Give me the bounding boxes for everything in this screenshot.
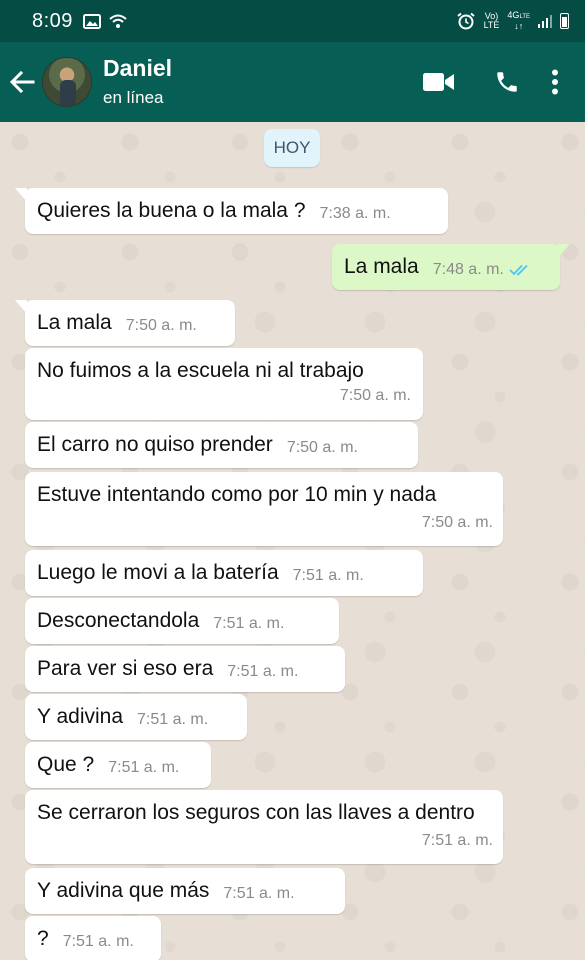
message-text: La mala [344,255,419,278]
message-bubble[interactable]: ? 7:51 a. m. [25,916,161,960]
message-bubble[interactable]: Desconectandola 7:51 a. m. [25,598,339,644]
message-text: Quieres la buena o la mala ? [37,199,306,222]
message-text: ? [37,927,49,950]
message-time: 7:38 a. m. [319,205,391,222]
message-bubble[interactable]: Estuve intentando como por 10 min y nada… [25,472,503,546]
contact-name: Daniel [103,55,173,81]
volte-bottom: LTE [483,20,500,30]
message-time: 7:51 a. m. [213,615,285,632]
video-call-icon [423,73,454,91]
message-text: Estuve intentando como por 10 min y nada [37,483,437,506]
message-time: 7:50 a. m. [286,439,358,456]
back-button[interactable] [2,42,42,122]
message-time: 7:51 a. m. [62,933,134,950]
avatar[interactable] [42,57,92,107]
message-time: 7:51 a. m. [223,885,295,902]
chat-header: Daniel en línea [0,42,585,122]
message-text: No fuimos a la escuela ni al trabajo [37,359,364,382]
message-text: La mala [37,311,112,334]
message-time: 7:50 a. m. [125,317,197,334]
arrow-left-icon [9,70,35,94]
network-gen-indicator: 4GLTE ↓↑ [507,11,530,31]
gallery-icon [82,13,101,29]
message-time: 7:48 a. m. [433,255,531,285]
wifi-icon [109,14,127,28]
message-time: 7:50 a. m. [339,387,411,404]
message-bubble-outgoing[interactable]: La mala 7:48 a. m. [332,244,570,290]
phone-icon [497,72,517,92]
message-text: Y adivina [37,705,124,728]
date-chip: HOY [264,129,320,167]
message-time: 7:51 a. m. [421,832,493,849]
read-ticks-icon [509,264,528,276]
message-bubble[interactable]: Luego le movi a la batería 7:51 a. m. [25,550,423,596]
message-bubble[interactable]: El carro no quiso prender 7:50 a. m. [25,422,418,468]
message-text: Y adivina que más [37,879,210,902]
header-actions [405,52,569,112]
message-time: 7:51 a. m. [292,567,364,584]
message-bubble[interactable]: Para ver si eso era 7:51 a. m. [25,646,345,692]
message-time: 7:51 a. m. [108,759,180,776]
message-time: 7:50 a. m. [421,514,493,531]
status-bar: 8:09 Vo) LTE 4GLTE ↓↑ [0,0,585,42]
status-time: 8:09 [32,9,73,32]
message-time: 7:51 a. m. [227,663,299,680]
message-text: Para ver si eso era [37,657,214,680]
voice-call-button[interactable] [473,52,541,112]
status-right-icons: Vo) LTE 4GLTE ↓↑ [456,11,569,31]
volte-indicator: Vo) LTE [484,12,500,30]
message-bubble[interactable]: La mala 7:50 a. m. [15,300,235,346]
message-text: Desconectandola [37,609,200,632]
status-left-icons [82,13,127,29]
signal-icon [538,14,552,28]
contact-info[interactable]: Daniel en línea [103,54,172,110]
message-text: Que ? [37,753,95,776]
battery-icon [560,13,569,29]
message-text: El carro no quiso prender [37,433,273,456]
chat-area[interactable]: HOY Quieres la buena o la mala ? 7:38 a. … [0,122,585,960]
contact-status: en línea [103,88,164,107]
more-vert-icon [552,69,558,95]
message-bubble[interactable]: No fuimos a la escuela ni al trabajo 7:5… [25,348,423,420]
message-bubble[interactable]: Y adivina 7:51 a. m. [25,694,247,740]
message-text: Luego le movi a la batería [37,561,279,584]
data-arrows-icon: ↓↑ [514,21,524,31]
message-bubble[interactable]: Se cerraron los seguros con las llaves a… [25,790,503,864]
menu-button[interactable] [541,52,569,112]
message-bubble[interactable]: Quieres la buena o la mala ? 7:38 a. m. [15,188,448,234]
message-bubble[interactable]: Y adivina que más 7:51 a. m. [25,868,345,914]
message-text: Se cerraron los seguros con las llaves a… [37,801,475,824]
message-bubble[interactable]: Que ? 7:51 a. m. [25,742,211,788]
video-call-button[interactable] [405,52,473,112]
alarm-icon [456,12,475,30]
message-time: 7:51 a. m. [137,711,209,728]
